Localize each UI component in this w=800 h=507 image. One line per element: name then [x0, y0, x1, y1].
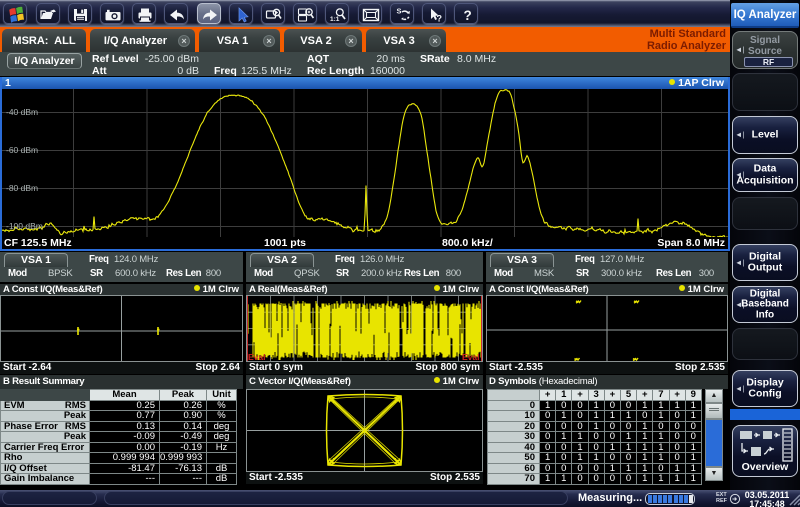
- svg-text:Eval: Eval: [462, 352, 480, 361]
- svg-text:?: ?: [464, 8, 472, 23]
- svg-text:Eval: Eval: [248, 352, 266, 361]
- svg-text:?: ?: [437, 13, 443, 23]
- svg-text:S: S: [396, 6, 401, 15]
- svg-text:1:1: 1:1: [330, 16, 340, 23]
